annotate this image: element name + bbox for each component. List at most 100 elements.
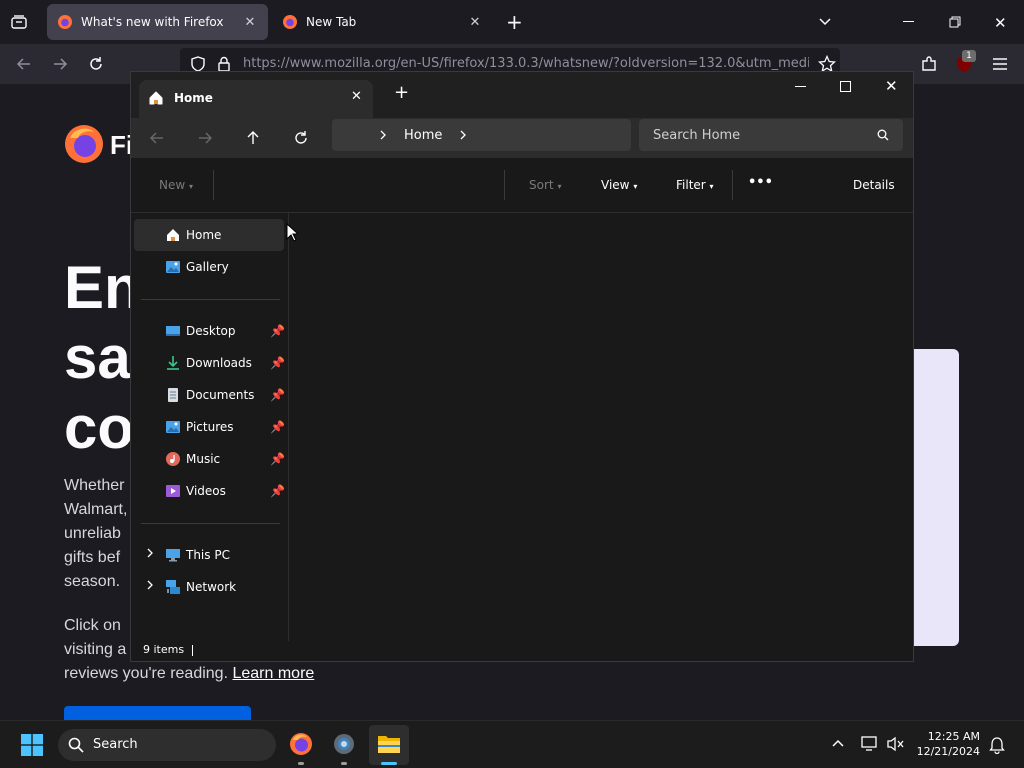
volume-muted-icon[interactable]	[887, 736, 905, 752]
explorer-address-toolbar: Home Search Home	[131, 118, 913, 158]
network-monitor-icon[interactable]	[861, 736, 879, 752]
address-bar[interactable]: Home	[332, 119, 631, 151]
tab-new-tab[interactable]: New Tab ✕	[272, 4, 493, 40]
explorer-command-bar: New ▾ Sort ▾ View ▾ Filter ▾ ••• Details	[131, 158, 913, 213]
minimize-icon[interactable]	[903, 21, 914, 22]
expand-chevron-icon[interactable]	[146, 580, 154, 590]
clock-date: 12/21/2024	[916, 745, 980, 758]
pin-icon[interactable]: 📌	[270, 388, 285, 402]
breadcrumb-chevron-icon[interactable]	[379, 130, 387, 140]
extensions-puzzle-icon[interactable]	[920, 55, 938, 73]
search-icon	[68, 737, 84, 753]
computer-icon	[164, 546, 182, 564]
breadcrumb-home[interactable]: Home	[404, 128, 442, 143]
breadcrumb-chevron-icon[interactable]	[459, 130, 467, 140]
notification-bell-icon[interactable]	[989, 736, 1005, 754]
item-count-status: 9 items	[143, 643, 185, 656]
taskbar-search-box[interactable]: Search	[58, 729, 276, 761]
tab-whats-new[interactable]: What's new with Firefox ✕	[47, 4, 268, 40]
download-arrow-icon	[164, 354, 182, 372]
document-icon	[164, 386, 182, 404]
tab-overview-icon[interactable]	[10, 13, 28, 31]
nav-item-music[interactable]: Music 📌	[134, 443, 285, 475]
new-tab-plus-icon[interactable]: +	[506, 12, 523, 32]
nav-item-downloads[interactable]: Downloads 📌	[134, 347, 285, 379]
back-arrow-icon[interactable]	[16, 56, 32, 72]
close-tab-icon[interactable]: ✕	[242, 14, 258, 30]
search-box[interactable]: Search Home	[639, 119, 903, 151]
close-tab-icon[interactable]: ✕	[351, 89, 362, 104]
running-indicator	[341, 762, 347, 765]
sort-button[interactable]: Sort ▾	[529, 178, 561, 192]
explorer-tab-home[interactable]: Home ✕	[139, 80, 373, 118]
nav-item-pictures[interactable]: Pictures 📌	[134, 411, 285, 443]
details-button[interactable]: Details	[853, 178, 895, 192]
up-arrow-icon[interactable]	[245, 130, 261, 146]
search-input[interactable]: Search Home	[653, 128, 740, 143]
nav-item-network[interactable]: Network	[134, 571, 284, 603]
new-button[interactable]: New ▾	[159, 178, 193, 192]
pin-icon[interactable]: 📌	[270, 324, 285, 338]
file-explorer-window: Home ✕ + ✕ Home Search Home New ▾ Sort ▾…	[130, 71, 914, 662]
pin-icon[interactable]: 📌	[270, 420, 285, 434]
file-list-area[interactable]	[289, 213, 913, 641]
clock-time: 12:25 AM	[927, 730, 980, 743]
nav-label: Downloads	[186, 356, 252, 370]
firefox-taskbar-icon[interactable]	[289, 732, 313, 756]
hamburger-menu-icon[interactable]	[992, 57, 1008, 71]
close-window-icon[interactable]: ✕	[885, 77, 898, 95]
gallery-icon	[164, 258, 182, 276]
download-button[interactable]	[64, 706, 251, 720]
refresh-icon[interactable]	[293, 130, 309, 146]
file-explorer-taskbar-button[interactable]	[369, 725, 409, 765]
windows-start-icon[interactable]	[21, 734, 43, 756]
minimize-icon[interactable]	[795, 86, 806, 87]
search-icon[interactable]	[877, 129, 889, 141]
active-indicator	[381, 762, 397, 765]
reload-icon[interactable]	[88, 56, 104, 72]
pin-icon[interactable]: 📌	[270, 356, 285, 370]
lock-icon[interactable]	[217, 56, 231, 72]
expand-chevron-icon[interactable]	[146, 548, 154, 558]
new-tab-plus-icon[interactable]: +	[394, 84, 409, 102]
explorer-tab-title: Home	[174, 91, 213, 105]
forward-arrow-icon[interactable]	[52, 56, 68, 72]
maximize-icon[interactable]	[840, 81, 851, 92]
more-options-button[interactable]: •••	[748, 175, 773, 190]
system-clock[interactable]: 12:25 AM 12/21/2024	[917, 729, 980, 759]
nav-label: Documents	[186, 388, 255, 402]
shield-icon[interactable]	[190, 56, 206, 72]
nav-item-videos[interactable]: Videos 📌	[134, 475, 285, 507]
firefox-favicon-icon	[57, 14, 73, 30]
nav-label: Gallery	[186, 260, 229, 274]
hero-line-2: sa	[64, 324, 131, 391]
filter-button[interactable]: Filter ▾	[676, 178, 714, 192]
command-separator	[504, 170, 505, 200]
pin-icon[interactable]: 📌	[270, 452, 285, 466]
nav-item-home[interactable]: Home	[134, 219, 284, 251]
nav-item-desktop[interactable]: Desktop 📌	[134, 315, 285, 347]
nav-item-gallery[interactable]: Gallery	[134, 251, 284, 283]
music-icon	[164, 450, 182, 468]
settings-gear-icon[interactable]	[332, 732, 356, 756]
learn-more-link[interactable]: Learn more	[232, 665, 314, 682]
nav-label: Music	[186, 452, 221, 466]
show-hidden-icons-chevron-icon[interactable]	[831, 738, 845, 748]
list-tabs-chevron-icon[interactable]	[818, 14, 832, 28]
nav-item-this-pc[interactable]: This PC	[134, 539, 284, 571]
restore-icon[interactable]	[949, 16, 961, 28]
back-arrow-icon[interactable]	[149, 130, 165, 146]
nav-separator	[141, 523, 280, 524]
view-button[interactable]: View ▾	[601, 178, 637, 192]
forward-arrow-icon[interactable]	[197, 130, 213, 146]
pin-icon[interactable]: 📌	[270, 484, 285, 498]
url-text: https://www.mozilla.org/en-US/firefox/13…	[243, 56, 809, 71]
close-tab-icon[interactable]: ✕	[467, 14, 483, 30]
nav-item-documents[interactable]: Documents 📌	[134, 379, 285, 411]
folder-icon	[377, 733, 401, 755]
close-window-icon[interactable]: ✕	[994, 14, 1007, 32]
tab-title: What's new with Firefox	[81, 15, 224, 29]
home-icon	[164, 226, 182, 244]
running-indicator	[298, 762, 304, 765]
navigation-pane: Home Gallery Desktop 📌 Downloads 📌 Docum…	[131, 213, 289, 641]
